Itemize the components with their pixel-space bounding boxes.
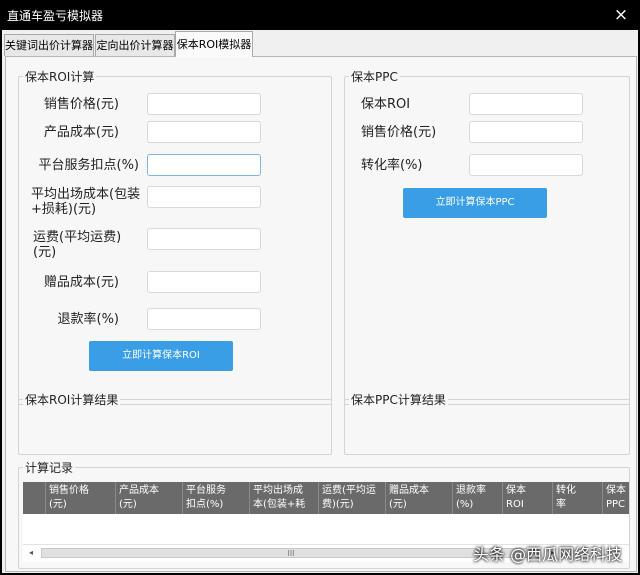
field-label-ppc-sale-price: 销售价格(元) — [361, 125, 437, 140]
column-header-avg-outbound-cost: 平均出场成 本(包装+耗 — [249, 482, 316, 514]
breakeven-roi-input[interactable] — [469, 93, 583, 115]
field-label-product-cost: 产品成本(元) — [43, 125, 119, 140]
tab-targeting-bid-calculator[interactable]: 定向出价计算器 — [95, 34, 175, 56]
tab-strip: 关键词出价计算器 定向出价计算器 保本ROI模拟器 — [2, 30, 638, 58]
field-label-gift-cost: 赠品成本(元) — [43, 275, 119, 290]
watermark: 头条 @西瓜网络科技 — [473, 545, 623, 564]
field-label-refund-rate: 退款率(%) — [57, 312, 120, 327]
scrollbar-thumb[interactable]: III — [41, 548, 541, 558]
roi-calc-group: 保本ROI计算 销售价格(元) 产品成本(元) 平台服务扣点(%) 平均出场成本… — [18, 68, 332, 405]
calc-breakeven-ppc-button[interactable]: 立即计算保本PPC — [403, 188, 547, 218]
field-label-sale-price: 销售价格(元) — [43, 97, 119, 112]
ppc-group-title: 保本PPC — [349, 68, 400, 85]
records-title: 计算记录 — [23, 459, 76, 476]
ppc-result-group: 保本PPC计算结果 — [344, 391, 630, 455]
scroll-left-icon[interactable]: ◂ — [25, 547, 37, 559]
calc-breakeven-roi-button[interactable]: 立即计算保本ROI — [89, 341, 233, 371]
refund-rate-input[interactable] — [147, 308, 261, 330]
column-header-sale-price: 销售价格 (元) — [45, 482, 109, 514]
ppc-sale-price-input[interactable] — [469, 121, 583, 143]
records-table-header: 销售价格 (元) 产品成本 (元) 平台服务 扣点(%) 平均出场成 本(包装+… — [23, 482, 629, 514]
tab-breakeven-roi-simulator[interactable]: 保本ROI模拟器 — [175, 31, 253, 57]
title-bar: 直通车盈亏模拟器 × — [0, 0, 640, 30]
conversion-rate-input[interactable] — [469, 154, 583, 176]
window-title: 直通车盈亏模拟器 — [7, 9, 104, 23]
field-label-shipping: 运费(平均运费)(元) — [33, 230, 122, 260]
gift-cost-input[interactable] — [147, 271, 261, 293]
column-header-product-cost: 产品成本 (元) — [115, 482, 180, 514]
product-cost-input[interactable] — [147, 121, 261, 143]
field-label-breakeven-roi: 保本ROI — [361, 97, 411, 112]
app-window: 直通车盈亏模拟器 × 关键词出价计算器 定向出价计算器 保本ROI模拟器 保本R… — [0, 0, 640, 575]
roi-result-group: 保本ROI计算结果 — [18, 391, 332, 455]
close-icon[interactable]: × — [610, 4, 632, 26]
column-header-gift-cost: 赠品成本 (元) — [385, 482, 452, 514]
field-label-conversion-rate: 转化率(%) — [361, 158, 423, 173]
column-header-platform-fee: 平台服务 扣点(%) — [182, 482, 248, 514]
column-header-refund-rate: 退款率 (%) — [452, 482, 502, 514]
platform-fee-input[interactable] — [147, 154, 261, 176]
roi-calc-group-title: 保本ROI计算 — [23, 68, 97, 85]
column-header-shipping: 运费(平均运 费)(元) — [318, 482, 385, 514]
tab-keyword-bid-calculator[interactable]: 关键词出价计算器 — [4, 34, 94, 56]
shipping-input[interactable] — [147, 228, 261, 250]
field-label-platform-fee: 平台服务扣点(%) — [38, 158, 140, 173]
column-header-breakeven-ppc: 保本 PPC — [602, 482, 629, 514]
column-header-conversion-rate: 转化 率 — [552, 482, 602, 514]
ppc-group: 保本PPC 保本ROI 销售价格(元) 转化率(%) 立即计算保本PPC — [344, 68, 630, 405]
roi-result-title: 保本ROI计算结果 — [23, 391, 121, 408]
ppc-result-title: 保本PPC计算结果 — [349, 391, 448, 408]
field-label-avg-outbound-cost: 平均出场成本(包装+损耗)(元) — [31, 187, 141, 217]
column-header-breakeven-roi: 保本 ROI — [502, 482, 552, 514]
sale-price-input[interactable] — [147, 93, 261, 115]
client-area: 关键词出价计算器 定向出价计算器 保本ROI模拟器 保本ROI计算 销售价格(元… — [2, 30, 638, 573]
avg-outbound-cost-input[interactable] — [147, 186, 261, 208]
